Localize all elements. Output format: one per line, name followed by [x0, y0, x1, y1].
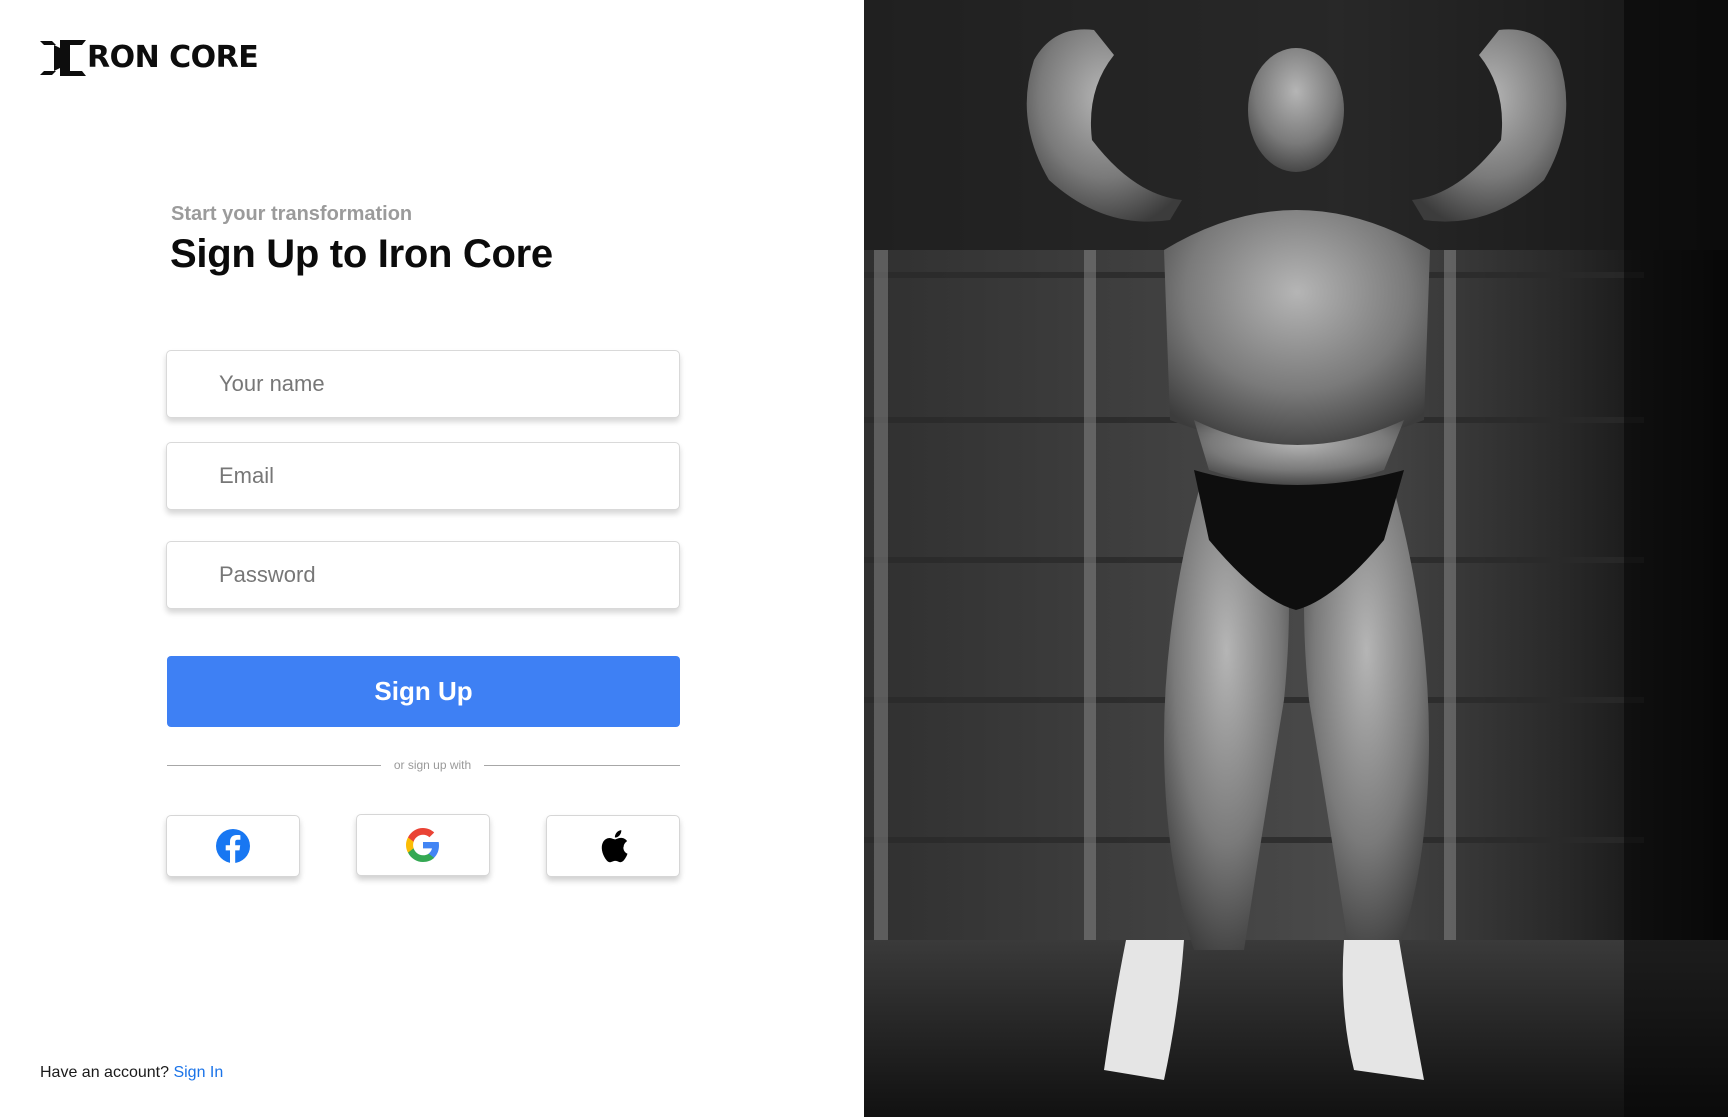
social-divider: or sign up with: [167, 756, 680, 774]
name-field: [166, 350, 680, 418]
divider-text: or sign up with: [393, 758, 472, 772]
signup-panel: RON CORE Start your transformation Sign …: [0, 0, 864, 1117]
password-input[interactable]: [167, 542, 679, 608]
apple-signup-button[interactable]: [546, 815, 680, 877]
facebook-signup-button[interactable]: [166, 815, 300, 877]
password-field: [166, 541, 680, 609]
iron-core-logo-icon: [40, 40, 86, 76]
page-title: Sign Up to Iron Core: [170, 232, 553, 276]
signin-prompt: Have an account? Sign In: [40, 1064, 223, 1082]
brand-name: RON CORE: [87, 40, 259, 75]
sign-up-button[interactable]: Sign Up: [167, 656, 680, 727]
brand-logo[interactable]: RON CORE: [40, 38, 259, 78]
apple-icon: [601, 830, 628, 863]
email-input[interactable]: [167, 443, 679, 509]
google-icon: [406, 828, 439, 862]
signin-prompt-text: Have an account?: [40, 1064, 169, 1081]
form-subtitle: Start your transformation: [171, 203, 413, 225]
name-input[interactable]: [167, 351, 679, 417]
bodybuilder-photo: [864, 0, 1728, 1117]
google-signup-button[interactable]: [356, 814, 490, 876]
divider-line-right: [484, 765, 680, 766]
signup-page: RON CORE Start your transformation Sign …: [0, 0, 1728, 1117]
facebook-icon: [216, 829, 250, 864]
email-field: [166, 442, 680, 510]
sign-in-link[interactable]: Sign In: [173, 1064, 223, 1081]
hero-image: [864, 0, 1728, 1117]
divider-line-left: [167, 765, 381, 766]
